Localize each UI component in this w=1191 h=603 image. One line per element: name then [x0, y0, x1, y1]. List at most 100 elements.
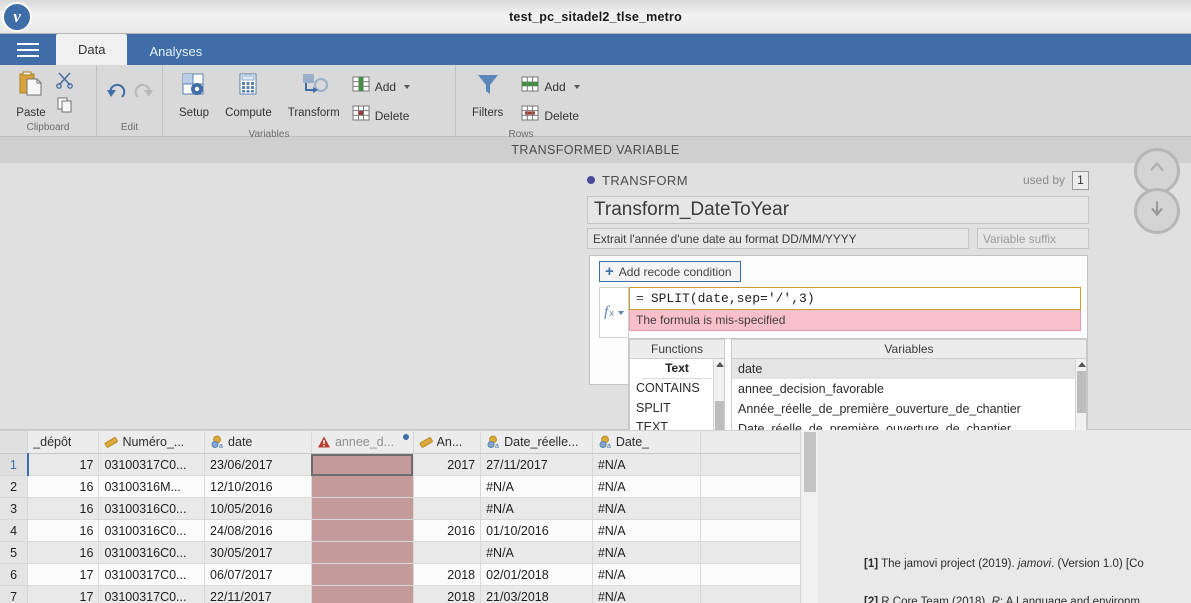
cell[interactable] [413, 541, 482, 564]
nav-down-button[interactable] [1134, 188, 1180, 234]
cell[interactable]: 2016 [413, 519, 482, 542]
cell[interactable]: 03100317C0... [98, 453, 206, 476]
formula-input[interactable]: = SPLIT(date,sep='/',3) [629, 287, 1081, 310]
table-row[interactable]: 7 17 03100317C0... 22/11/2017 2018 21/03… [0, 585, 818, 603]
column-header-annee-decision[interactable]: annee_d... [311, 430, 414, 454]
cell[interactable]: 17 [27, 585, 100, 603]
cell[interactable]: 27/11/2017 [480, 453, 593, 476]
cell[interactable]: 03100317C0... [98, 563, 206, 586]
cell[interactable] [413, 497, 482, 520]
cell-error[interactable] [311, 563, 414, 586]
row-number[interactable]: 3 [0, 497, 29, 520]
transform-name-input[interactable]: Transform_DateToYear [587, 196, 1089, 224]
cell[interactable]: #N/A [592, 541, 702, 564]
cell[interactable]: 23/06/2017 [204, 453, 312, 476]
cell[interactable]: 2017 [413, 453, 482, 476]
cell[interactable]: 17 [27, 453, 100, 476]
variable-item[interactable]: annee_decision_favorable [732, 379, 1086, 399]
table-row[interactable]: 6 17 03100317C0... 06/07/2017 2018 02/01… [0, 563, 818, 586]
column-header-date-reelle-dernier[interactable]: a Date_ [592, 430, 702, 454]
variable-item[interactable]: Année_réelle_de_première_ouverture_de_ch… [732, 399, 1086, 419]
cell[interactable]: 10/05/2016 [204, 497, 312, 520]
cell[interactable]: 24/08/2016 [204, 519, 312, 542]
cell[interactable]: 03100316C0... [98, 541, 206, 564]
row-number[interactable]: 2 [0, 475, 29, 498]
variables-scroll-thumb[interactable] [1077, 371, 1086, 413]
cell[interactable]: 02/01/2018 [480, 563, 593, 586]
function-item[interactable]: CONTAINS [630, 379, 724, 399]
chevron-down-icon[interactable] [573, 84, 580, 89]
table-row[interactable]: 2 16 03100316M... 12/10/2016 #N/A #N/A [0, 475, 818, 498]
cell[interactable]: 03100316C0... [98, 497, 206, 520]
row-number[interactable]: 4 [0, 519, 29, 542]
column-header-annee[interactable]: An... [413, 430, 482, 454]
filters-button[interactable]: Filters [464, 69, 511, 121]
transform-description-input[interactable]: Extrait l'année d'une date au format DD/… [587, 228, 969, 249]
column-header-date-reelle-premiere[interactable]: a Date_réelle... [480, 430, 593, 454]
cell[interactable]: 2018 [413, 563, 482, 586]
grid-scroll-thumb[interactable] [804, 432, 816, 492]
cell[interactable]: 2018 [413, 585, 482, 603]
copy-button[interactable] [54, 95, 76, 118]
cell[interactable]: #N/A [592, 453, 702, 476]
delete-variable-button[interactable]: Delete [348, 102, 414, 129]
row-number[interactable]: 7 [0, 585, 29, 603]
cell-error[interactable] [311, 497, 414, 520]
cell[interactable]: #N/A [592, 475, 702, 498]
chevron-down-icon[interactable] [617, 310, 624, 315]
cell[interactable]: 03100316C0... [98, 519, 206, 542]
paste-button[interactable]: Paste [8, 69, 54, 121]
cell[interactable]: 22/11/2017 [204, 585, 312, 603]
cell[interactable]: #N/A [480, 497, 593, 520]
scroll-up-icon[interactable] [1077, 360, 1086, 369]
cell[interactable]: #N/A [480, 475, 593, 498]
cell-error[interactable] [311, 585, 414, 603]
cut-button[interactable] [54, 71, 76, 94]
compute-button[interactable]: Compute [217, 69, 280, 121]
variable-suffix-input[interactable]: Variable suffix [977, 228, 1089, 249]
column-header-date[interactable]: a date [204, 430, 312, 454]
add-recode-condition-button[interactable]: + Add recode condition [599, 261, 741, 282]
table-row[interactable]: 5 16 03100316C0... 30/05/2017 #N/A #N/A [0, 541, 818, 564]
setup-button[interactable]: Setup [171, 69, 217, 121]
table-row[interactable]: 1 17 03100317C0... 23/06/2017 2017 27/11… [0, 453, 818, 476]
cell[interactable]: #N/A [592, 497, 702, 520]
cell[interactable]: #N/A [592, 585, 702, 603]
row-number[interactable]: 1 [0, 453, 29, 476]
cell[interactable]: 21/03/2018 [480, 585, 593, 603]
table-row[interactable]: 3 16 03100316C0... 10/05/2016 #N/A #N/A [0, 497, 818, 520]
transform-button[interactable]: Transform [280, 69, 348, 121]
cell[interactable]: 01/10/2016 [480, 519, 593, 542]
function-item[interactable]: SPLIT [630, 399, 724, 419]
used-by-count[interactable]: 1 [1072, 170, 1089, 190]
cell[interactable]: 16 [27, 475, 100, 498]
delete-row-button[interactable]: Delete [517, 102, 583, 129]
cell[interactable]: #N/A [592, 563, 702, 586]
cell[interactable]: 16 [27, 519, 100, 542]
hamburger-menu-icon[interactable] [0, 34, 56, 65]
column-header-numero[interactable]: Numéro_... [98, 430, 206, 454]
tab-data[interactable]: Data [56, 34, 128, 65]
cell-error[interactable] [311, 519, 414, 542]
redo-button[interactable] [130, 81, 156, 110]
cell[interactable]: 16 [27, 497, 100, 520]
cell[interactable]: 17 [27, 563, 100, 586]
column-header-depot[interactable]: _dépôt [27, 430, 100, 454]
undo-button[interactable] [104, 81, 130, 110]
cell[interactable]: 30/05/2017 [204, 541, 312, 564]
cell[interactable]: 06/07/2017 [204, 563, 312, 586]
cell[interactable]: 16 [27, 541, 100, 564]
add-variable-button[interactable]: Add [348, 73, 414, 100]
variable-item-date[interactable]: date [732, 359, 1086, 379]
cell[interactable]: 03100317C0... [98, 585, 206, 603]
row-number[interactable]: 6 [0, 563, 29, 586]
cell[interactable]: #N/A [480, 541, 593, 564]
fx-function-icon[interactable]: fx [599, 287, 629, 338]
cell[interactable]: 12/10/2016 [204, 475, 312, 498]
cell[interactable]: #N/A [592, 519, 702, 542]
cell-error[interactable] [311, 475, 414, 498]
cell-error[interactable] [311, 541, 414, 564]
cell[interactable]: 03100316M... [98, 475, 206, 498]
row-number[interactable]: 5 [0, 541, 29, 564]
cell-error-active[interactable] [311, 453, 414, 476]
